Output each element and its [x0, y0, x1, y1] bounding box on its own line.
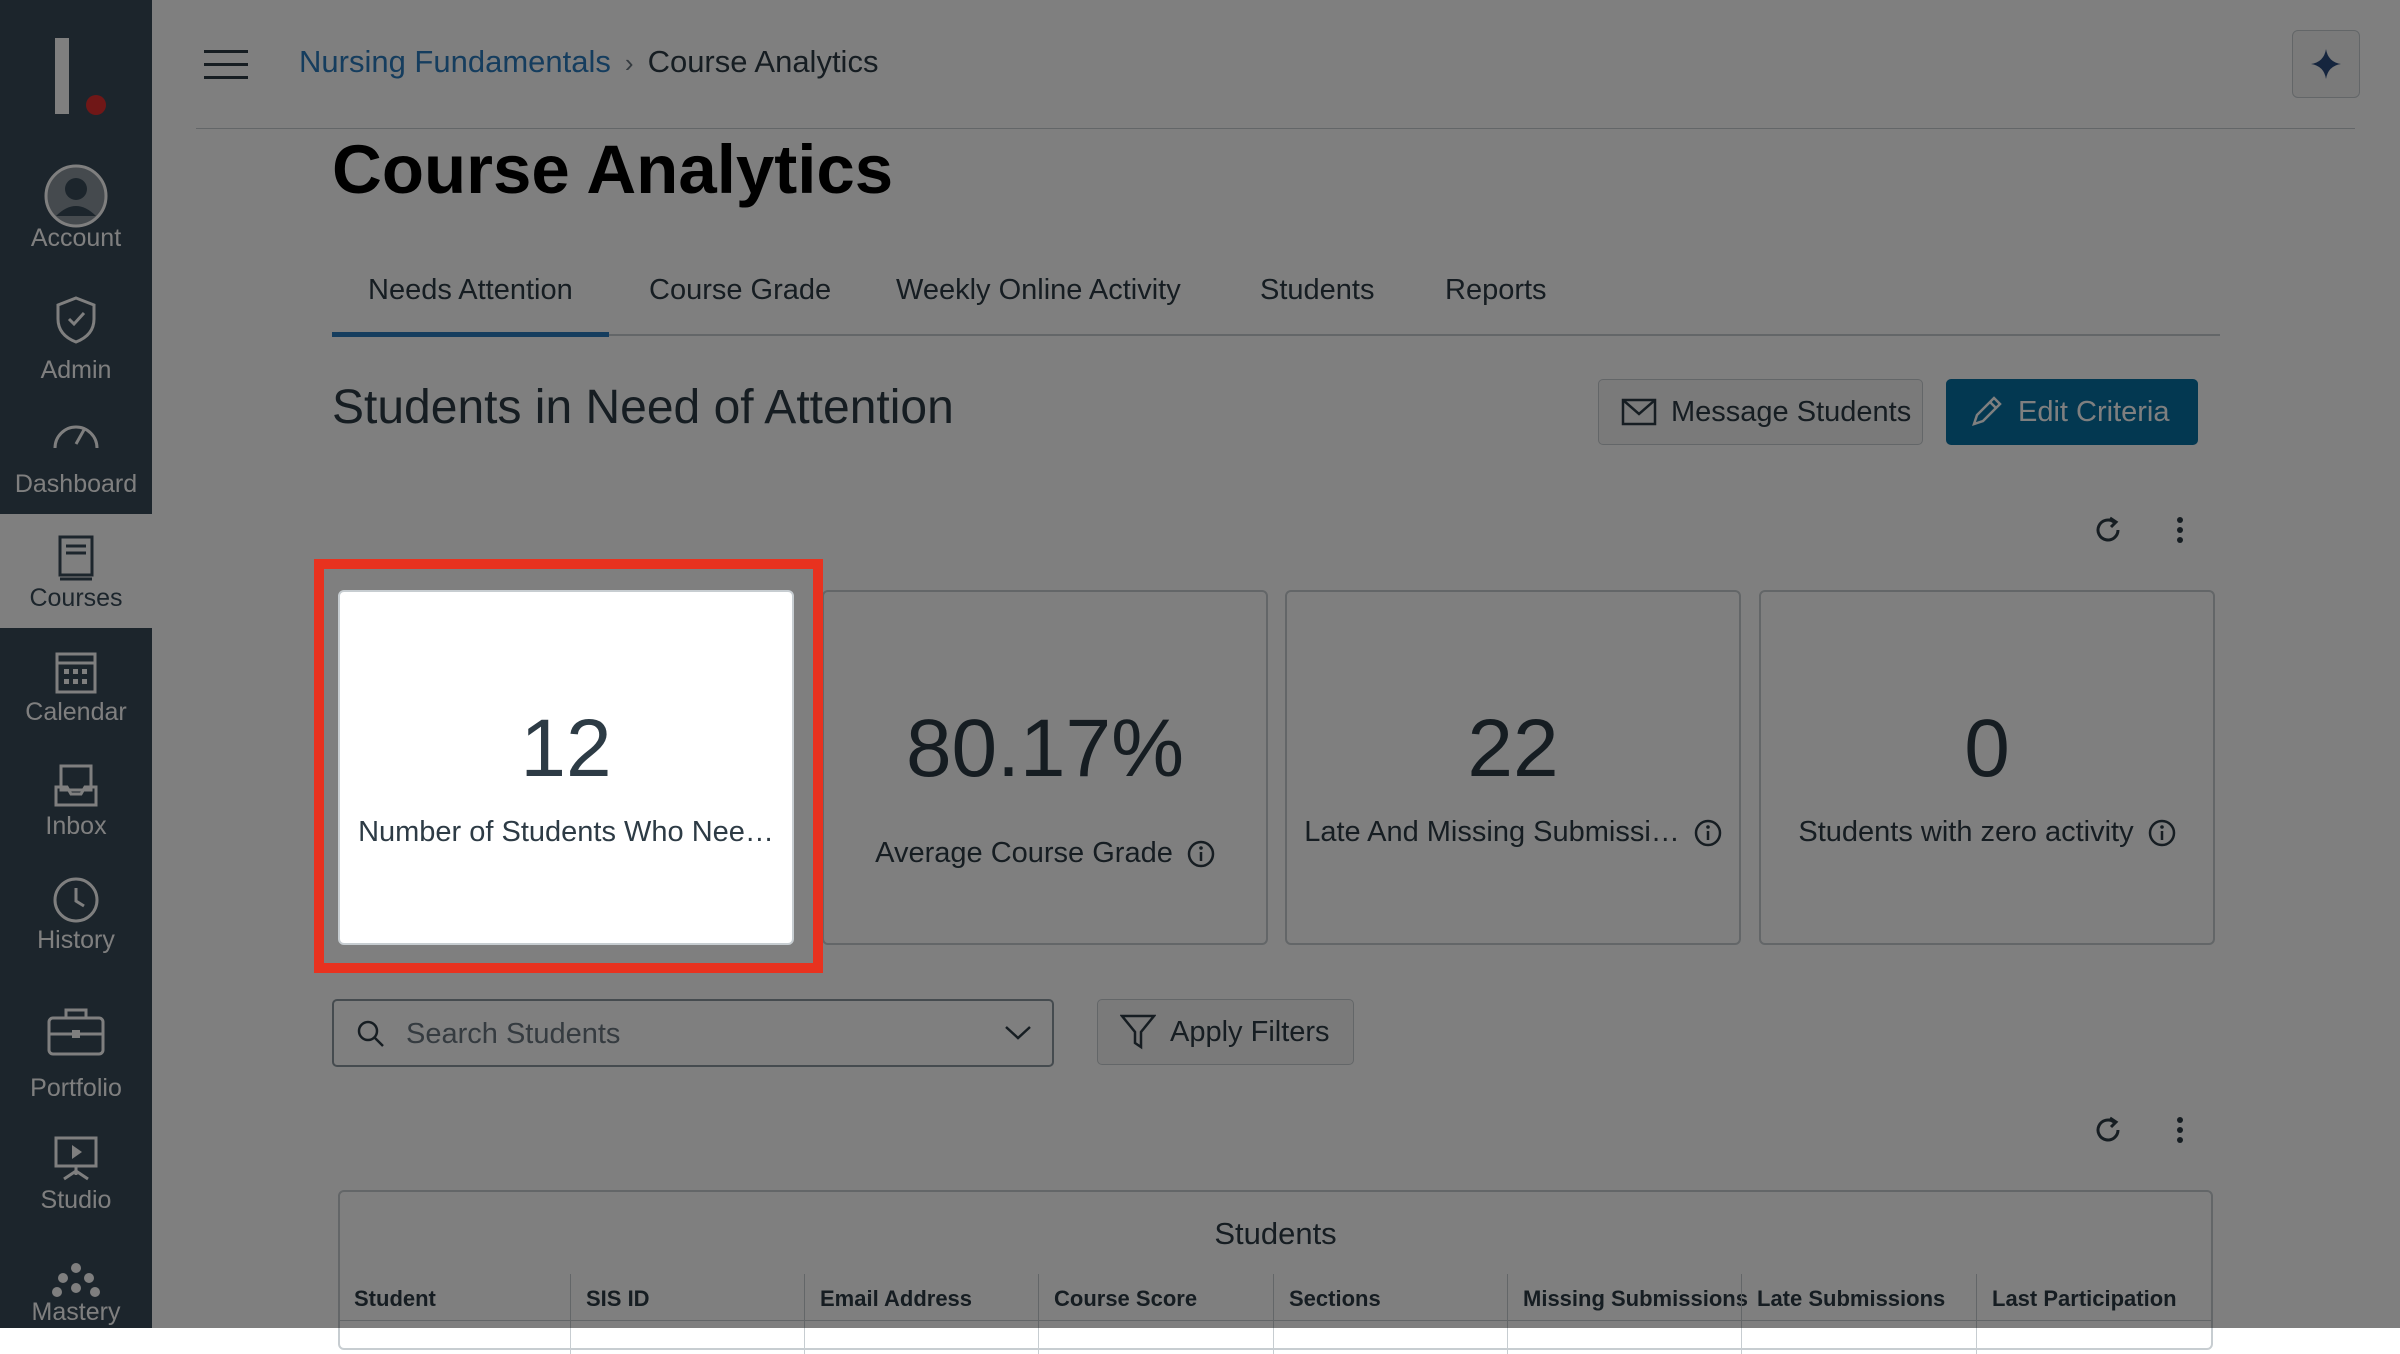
students-table: Students Student SIS ID Email Address Co… [338, 1190, 2213, 1354]
info-icon[interactable] [1694, 819, 1722, 847]
ai-assistant-button[interactable] [2292, 30, 2360, 98]
metric-value: 22 [1467, 703, 1559, 794]
metric-value: 0 [1964, 703, 2010, 794]
nav-admin[interactable]: Admin [0, 280, 152, 394]
calendar-icon [44, 640, 108, 704]
nav-studio[interactable]: Studio [0, 1120, 152, 1234]
nav-label: History [37, 926, 115, 954]
info-icon[interactable] [2148, 819, 2176, 847]
more-options-icon[interactable] [2160, 1110, 2200, 1150]
nav-label: Admin [40, 356, 112, 384]
edit-criteria-label: Edit Criteria [2018, 395, 2170, 428]
book-icon [44, 526, 108, 590]
edit-criteria-button[interactable]: Edit Criteria [1946, 379, 2198, 445]
pencil-icon [1972, 396, 2002, 426]
metric-label-text: Late And Missing Submissi… [1304, 816, 1680, 848]
page-title: Course Analytics [332, 131, 894, 208]
envelope-icon [1621, 398, 1657, 426]
nav-mastery[interactable]: Mastery [0, 1240, 152, 1354]
nav-inbox[interactable]: Inbox [0, 742, 152, 856]
column-header-sections[interactable]: Sections [1289, 1286, 1381, 1312]
nav-label: Mastery [31, 1298, 121, 1326]
apply-filters-label: Apply Filters [1170, 1015, 1330, 1048]
more-options-icon[interactable] [2160, 510, 2200, 550]
metric-card-average-grade: 80.17% Average Course Grade [822, 590, 1268, 945]
column-header-missing[interactable]: Missing Submissions [1523, 1286, 1748, 1312]
metric-label: Students with zero activity [1761, 816, 2213, 849]
tab-needs-attention[interactable]: Needs Attention [332, 274, 609, 337]
column-header-sis-id[interactable]: SIS ID [586, 1286, 650, 1312]
nav-label: Dashboard [14, 470, 138, 498]
table-header-row: Student SIS ID Email Address Course Scor… [340, 1274, 2211, 1354]
metric-value: 80.17% [905, 703, 1185, 794]
metric-card-zero-activity: 0 Students with zero activity [1759, 590, 2215, 945]
nav-account[interactable]: Account [0, 150, 152, 264]
breadcrumb-separator-icon: › [624, 48, 634, 78]
breadcrumb-course-link[interactable]: Nursing Fundamentals [299, 44, 611, 79]
top-bar: Nursing Fundamentals › Course Analytics [152, 0, 2400, 129]
metric-label-text: Students with zero activity [1798, 816, 2134, 848]
section-title: Students in Need of Attention [332, 381, 954, 434]
nav-calendar[interactable]: Calendar [0, 628, 152, 742]
metric-label-text: Average Course Grade [875, 837, 1173, 869]
logo-dot [86, 95, 106, 115]
logo[interactable] [55, 38, 69, 114]
tab-reports[interactable]: Reports [1445, 274, 1547, 307]
column-header-last-participation[interactable]: Last Participation [1992, 1286, 2177, 1312]
inbox-icon [44, 754, 108, 818]
message-students-button[interactable]: Message Students [1598, 379, 1923, 445]
metric-label: Average Course Grade [824, 837, 1266, 870]
info-icon[interactable] [1187, 840, 1215, 868]
shield-icon [44, 288, 108, 352]
metric-card-late-missing: 22 Late And Missing Submissi… [1285, 590, 1741, 945]
nav-label: Inbox [45, 812, 107, 840]
table-caption: Students [1214, 1216, 1337, 1251]
apply-filters-button[interactable]: Apply Filters [1097, 999, 1354, 1065]
metric-label: Late And Missing Submissi… [1287, 816, 1739, 849]
tab-course-grade[interactable]: Course Grade [649, 274, 831, 307]
tab-weekly-online-activity[interactable]: Weekly Online Activity [896, 274, 1181, 307]
highlight-box [314, 559, 823, 973]
filter-icon [1120, 1014, 1156, 1050]
search-icon [357, 1020, 384, 1047]
hamburger-menu-icon[interactable] [204, 50, 248, 80]
nav-label: Calendar [25, 698, 127, 726]
chevron-down-icon [1005, 1026, 1031, 1040]
nav-history[interactable]: History [0, 856, 152, 970]
search-placeholder: Search Students [406, 1018, 621, 1050]
global-nav: Account Admin Dashboard Courses Calendar… [0, 0, 152, 1328]
tab-students[interactable]: Students [1260, 274, 1374, 307]
refresh-icon[interactable] [2088, 1110, 2128, 1150]
studio-icon [44, 1128, 108, 1192]
breadcrumb: Nursing Fundamentals › Course Analytics [299, 44, 878, 80]
nav-label: Studio [40, 1186, 112, 1214]
nav-dashboard[interactable]: Dashboard [0, 394, 152, 508]
nav-portfolio[interactable]: Portfolio [0, 990, 152, 1104]
nav-label: Courses [29, 584, 123, 612]
column-header-course-score[interactable]: Course Score [1054, 1286, 1197, 1312]
column-header-student[interactable]: Student [354, 1286, 436, 1312]
breadcrumb-current: Course Analytics [647, 44, 879, 79]
clock-icon [44, 868, 108, 932]
analytics-tabs: Needs Attention Course Grade Weekly Onli… [332, 262, 2220, 337]
header-divider [196, 128, 2355, 129]
column-header-late[interactable]: Late Submissions [1757, 1286, 1945, 1312]
sparkle-icon [2311, 49, 2341, 79]
nav-label: Account [30, 224, 122, 252]
nav-courses[interactable]: Courses [0, 514, 152, 628]
dashboard-icon [44, 402, 108, 466]
refresh-icon[interactable] [2088, 510, 2128, 550]
briefcase-icon [44, 1000, 108, 1064]
nav-label: Portfolio [30, 1074, 122, 1102]
message-students-label: Message Students [1671, 395, 1912, 428]
account-icon [44, 164, 108, 228]
search-students-select[interactable]: Search Students [332, 999, 1054, 1067]
column-header-email[interactable]: Email Address [820, 1286, 972, 1312]
